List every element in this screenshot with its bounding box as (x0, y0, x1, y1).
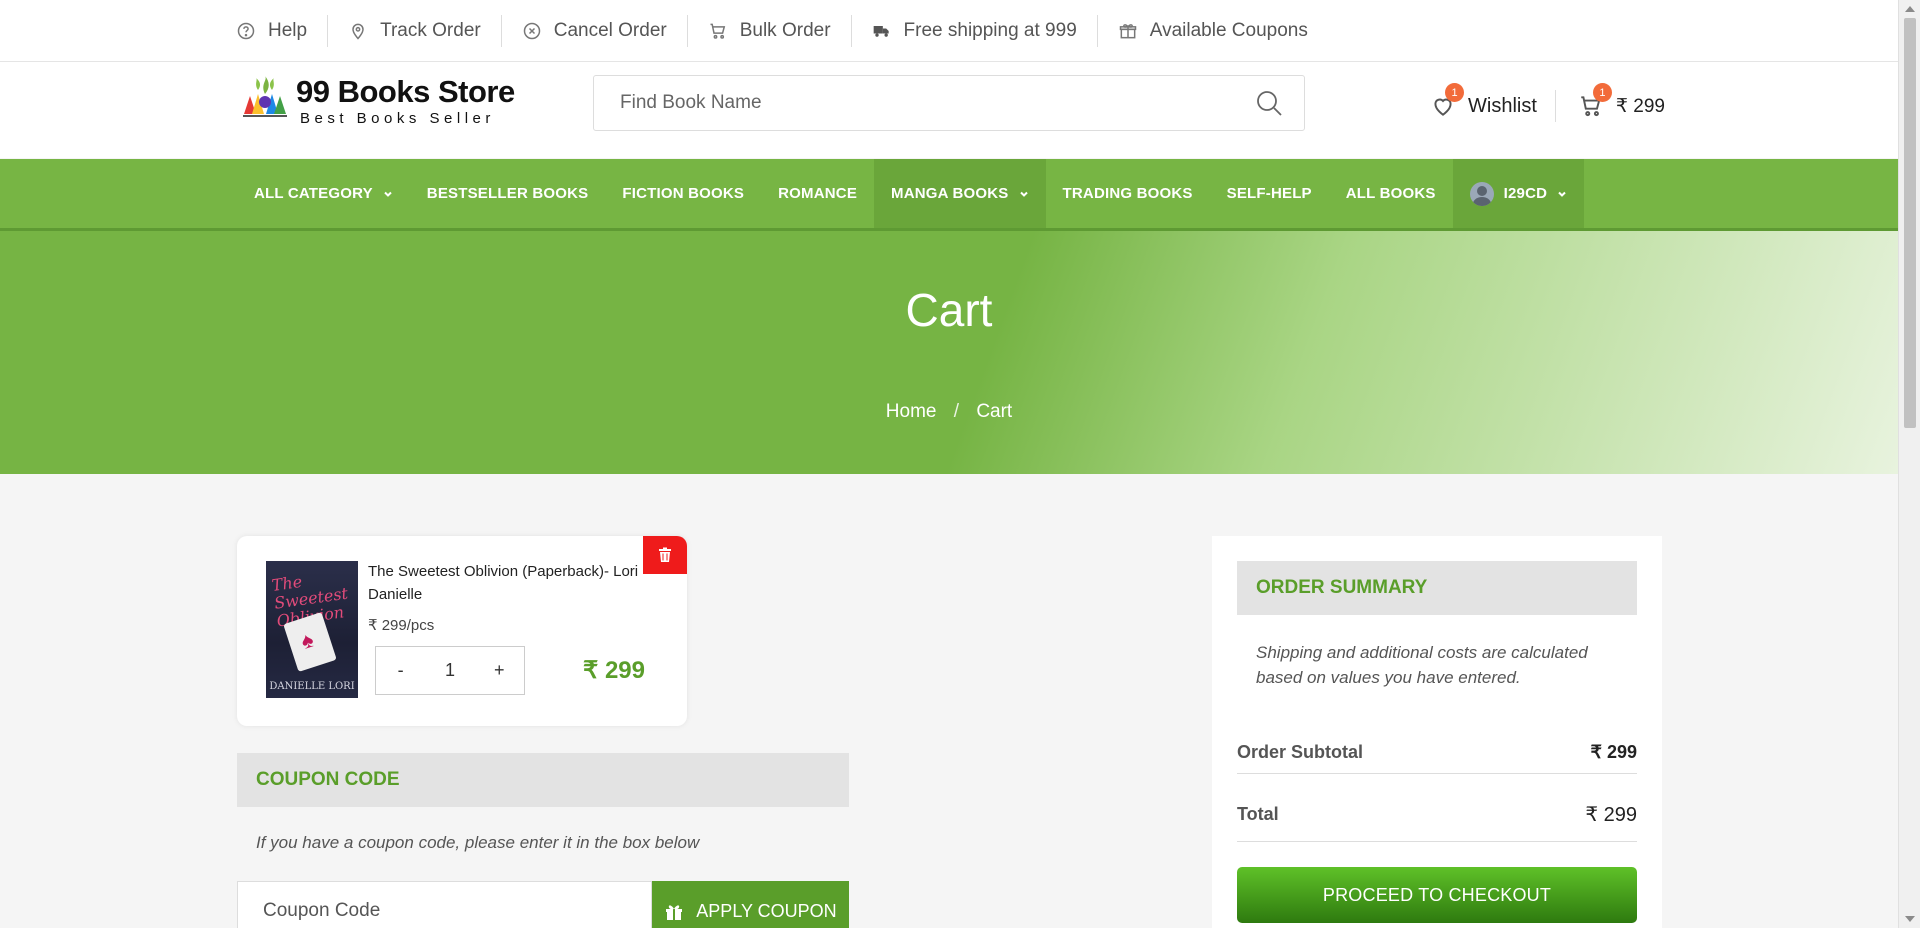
cart-item-card: The Sweetest Oblivion DANIELLE LORI The … (237, 536, 687, 726)
store-logo[interactable]: 99 Books Store Best Books Seller (240, 74, 515, 127)
page-title: Cart (905, 284, 993, 336)
bulk-order-link[interactable]: Bulk Order (688, 14, 852, 47)
cancel-order-label: Cancel Order (553, 19, 667, 41)
track-order-label: Track Order (380, 19, 481, 41)
nav-fiction-books[interactable]: FICTION BOOKS (605, 159, 761, 228)
nav-user-menu[interactable]: I29CD (1452, 159, 1585, 228)
breadcrumb-separator: / (953, 401, 960, 422)
site-header: 99 Books Store Best Books Seller 1 Wishl… (0, 62, 1898, 158)
scrollbar-thumb[interactable] (1904, 18, 1916, 428)
quantity-decrease-button[interactable]: - (381, 660, 421, 681)
chevron-down-icon (1558, 191, 1566, 197)
scroll-up-arrow-icon[interactable] (1905, 6, 1915, 12)
scroll-down-arrow-icon[interactable] (1905, 916, 1915, 922)
nav-all-category[interactable]: ALL CATEGORY (237, 159, 410, 228)
quantity-increase-button[interactable]: + (479, 660, 519, 681)
proceed-to-checkout-button[interactable]: PROCEED TO CHECKOUT (1237, 867, 1637, 923)
search-icon[interactable] (1254, 88, 1284, 118)
unit-price: ₹ 299/pcs (368, 617, 435, 634)
quantity-stepper: - 1 + (375, 646, 525, 695)
help-link[interactable]: Help (236, 14, 329, 47)
cart-icon (710, 23, 725, 39)
line-total-price: ₹ 299 (583, 657, 645, 684)
book-cover-image[interactable]: The Sweetest Oblivion DANIELLE LORI (266, 561, 358, 698)
avatar (1469, 181, 1494, 206)
nav-fiction-books-label: FICTION BOOKS (622, 185, 745, 202)
chevron-down-icon (384, 191, 392, 197)
nav-user-label: I29CD (1503, 185, 1548, 202)
product-name[interactable]: The Sweetest Oblivion (Paperback)- Lori … (368, 560, 668, 606)
wishlist-label: Wishlist (1468, 94, 1537, 117)
search-input[interactable] (594, 91, 1254, 115)
nav-self-help[interactable]: SELF-HELP (1210, 159, 1329, 228)
coupon-heading: COUPON CODE (237, 753, 849, 807)
cancel-circle-icon (523, 22, 540, 39)
chevron-down-icon (1019, 191, 1028, 197)
nav-all-books-label: ALL BOOKS (1345, 185, 1436, 202)
search-box (593, 75, 1305, 131)
header-cart-amount: ₹ 299 (1615, 95, 1665, 117)
page: Help Track Order Cancel Order Bulk Order… (0, 0, 1898, 928)
quantity-value[interactable]: 1 (430, 660, 470, 681)
gift-icon (1119, 23, 1137, 38)
breadcrumb-home[interactable]: Home (886, 401, 937, 422)
breadcrumb-current: Cart (976, 401, 1013, 422)
cancel-order-link[interactable]: Cancel Order (502, 14, 688, 47)
wishlist-link[interactable]: 1 Wishlist (1430, 83, 1556, 122)
subtotal-value: ₹ 299 (1590, 742, 1638, 762)
total-value: ₹ 299 (1585, 804, 1637, 826)
header-actions: 1 Wishlist 1 ₹ 299 (1430, 83, 1665, 122)
truck-icon (873, 25, 889, 37)
bulk-order-label: Bulk Order (739, 19, 831, 41)
total-row: Total ₹ 299 (1237, 788, 1637, 842)
order-summary-note: Shipping and additional costs are calcul… (1256, 643, 1588, 687)
nav-all-category-label: ALL CATEGORY (254, 185, 373, 202)
main-nav: ALL CATEGORY BESTSELLER BOOKS FICTION BO… (0, 159, 1898, 231)
nav-trading-books-label: TRADING BOOKS (1062, 185, 1193, 202)
subtotal-row: Order Subtotal ₹ 299 (1237, 732, 1637, 774)
available-coupons-label: Available Coupons (1149, 19, 1308, 41)
logo-name: 99 Books Store (296, 74, 515, 109)
free-shipping-link[interactable]: Free shipping at 999 (852, 14, 1098, 47)
nav-manga-books[interactable]: MANGA BOOKS (874, 159, 1046, 228)
header-cart-link[interactable]: 1 ₹ 299 (1556, 83, 1665, 119)
nav-bestseller-books-label: BESTSELLER BOOKS (426, 185, 589, 202)
page-scrollbar[interactable] (1898, 0, 1920, 928)
track-order-link[interactable]: Track Order (328, 14, 502, 47)
nav-romance-label: ROMANCE (778, 185, 858, 202)
breadcrumb: Home / Cart (0, 401, 1898, 423)
help-circle-icon (237, 22, 255, 39)
free-shipping-label: Free shipping at 999 (903, 19, 1077, 41)
nav-bestseller-books[interactable]: BESTSELLER BOOKS (410, 159, 606, 228)
apply-coupon-button[interactable]: APPLY COUPON (652, 881, 849, 928)
apply-coupon-label: APPLY COUPON (696, 900, 837, 921)
cover-author: DANIELLE LORI (269, 681, 355, 692)
subtotal-label: Order Subtotal (1237, 742, 1364, 762)
location-pin-icon (352, 23, 364, 40)
nav-manga-books-label: MANGA BOOKS (891, 185, 1009, 202)
gift-icon (666, 905, 683, 920)
nav-romance[interactable]: ROMANCE (761, 159, 874, 228)
cart-count-badge: 1 (1592, 83, 1612, 102)
logo-tagline: Best Books Seller (300, 110, 495, 127)
page-hero: Cart Home / Cart (0, 231, 1898, 474)
order-summary-heading: ORDER SUMMARY (1237, 561, 1637, 615)
nav-self-help-label: SELF-HELP (1226, 185, 1312, 202)
wishlist-count-badge: 1 (1445, 83, 1464, 102)
top-utility-bar: Help Track Order Cancel Order Bulk Order… (0, 0, 1898, 62)
coupon-note: If you have a coupon code, please enter … (256, 833, 700, 852)
available-coupons-link[interactable]: Available Coupons (1098, 15, 1328, 47)
nav-all-books[interactable]: ALL BOOKS (1329, 159, 1453, 228)
nav-trading-books[interactable]: TRADING BOOKS (1046, 159, 1210, 228)
order-summary-panel: ORDER SUMMARY Shipping and additional co… (1212, 536, 1662, 928)
total-label: Total (1237, 804, 1279, 824)
books-logo-icon (243, 76, 287, 117)
help-label: Help (268, 19, 308, 41)
coupon-code-input[interactable] (237, 881, 652, 928)
